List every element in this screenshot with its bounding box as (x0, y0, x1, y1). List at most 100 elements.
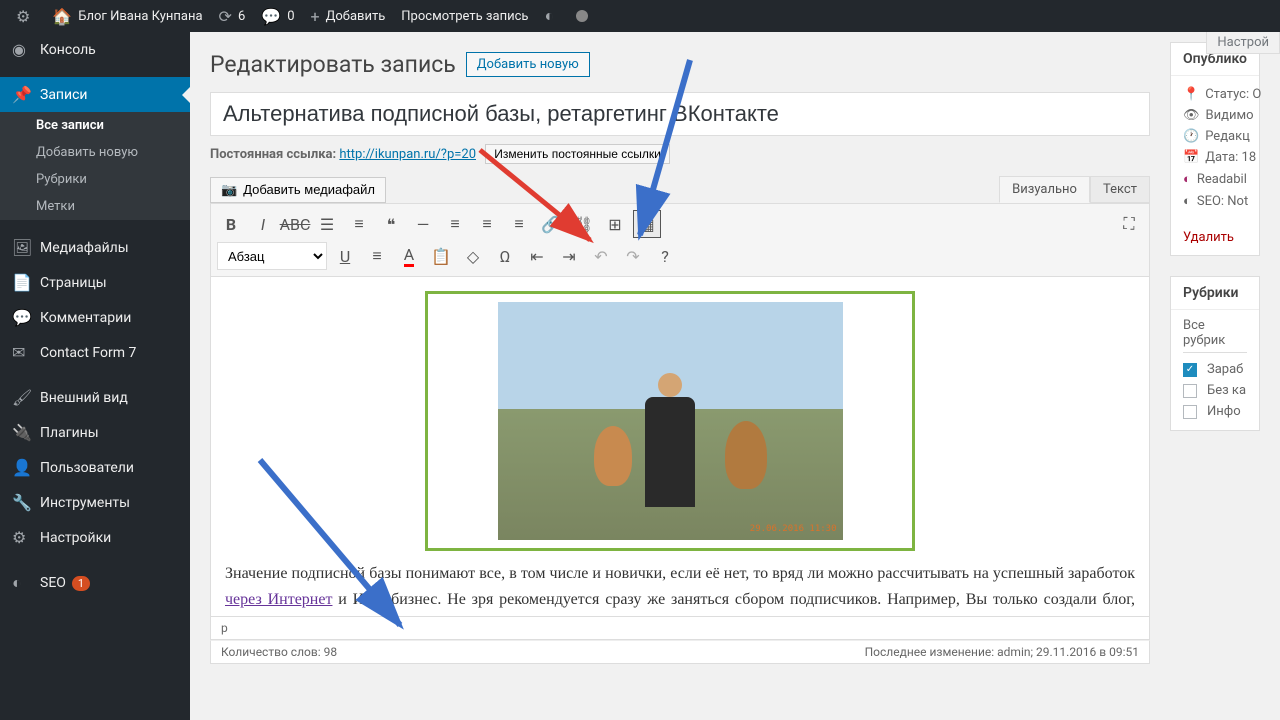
site-name-label: Блог Ивана Кунпана (78, 9, 202, 24)
paste-button[interactable]: 📋 (427, 242, 455, 270)
yoast-icon: ◐ (1183, 193, 1191, 209)
seo-label: SEO: Not (1197, 194, 1248, 209)
seo-status[interactable] (568, 0, 596, 32)
view-post-link[interactable]: Просмотреть запись (393, 0, 536, 32)
categories-box: Рубрики Все рубрик ✓ Зараб Без ка Инфо (1170, 276, 1260, 431)
posts-submenu: Все записи Добавить новую Рубрики Метки (0, 112, 190, 220)
new-content-link[interactable]: +Добавить (303, 0, 394, 32)
menu-settings[interactable]: ⚙Настройки (0, 520, 190, 555)
updates-count: 6 (238, 9, 245, 24)
submenu-tags[interactable]: Метки (0, 193, 190, 220)
calendar-icon: 📅 (1183, 150, 1199, 165)
menu-contact-form[interactable]: ✉ Contact Form 7 (0, 335, 190, 370)
add-new-button[interactable]: Добавить новую (466, 52, 590, 77)
strikethrough-button[interactable]: ABC (281, 210, 309, 238)
camera-icon: 📷 (221, 182, 237, 198)
underline-button[interactable]: U (331, 242, 359, 270)
plugin-icon: 🔌 (12, 423, 32, 442)
pin-icon: 📌 (12, 85, 32, 104)
comment-icon: 💬 (12, 308, 32, 327)
admin-bar: ⚙ 🏠Блог Ивана Кунпана ⟳6 💬0 +Добавить Пр… (0, 0, 1280, 32)
text-color-button[interactable]: A (395, 242, 423, 270)
editor-tabs: Визуально Текст (999, 176, 1150, 203)
delete-link[interactable]: Удалить (1171, 220, 1259, 255)
wp-logo[interactable]: ⚙ (8, 0, 44, 32)
add-media-label: Добавить медиафайл (243, 182, 375, 197)
menu-appearance[interactable]: 🖌Внешний вид (0, 380, 190, 415)
menu-label: Contact Form 7 (40, 345, 136, 361)
image-timestamp: 29.06.2016 11:30 (750, 522, 837, 536)
comments-link[interactable]: 💬0 (253, 0, 302, 32)
comments-count: 0 (287, 9, 294, 24)
yoast-link[interactable]: ◐ (536, 0, 568, 32)
page-title: Редактировать запись (210, 51, 456, 78)
menu-label: Медиафайлы (40, 240, 129, 256)
menu-pages[interactable]: 📄Страницы (0, 265, 190, 300)
tab-visual[interactable]: Визуально (999, 176, 1090, 203)
format-select[interactable]: Абзац (217, 242, 327, 270)
hr-button[interactable]: — (409, 210, 437, 238)
menu-media[interactable]: 🖼 Медиафайлы (0, 230, 190, 265)
menu-posts[interactable]: 📌 Записи (0, 77, 190, 112)
justify-button[interactable]: ≡ (363, 242, 391, 270)
annotation-arrow-blue-bottom (250, 450, 430, 640)
word-count: 98 (324, 645, 338, 659)
submenu-categories[interactable]: Рубрики (0, 166, 190, 193)
menu-seo[interactable]: ◐SEO1 (0, 565, 190, 601)
element-path: p (221, 621, 228, 635)
page-icon: 📄 (12, 273, 32, 292)
comment-icon: 💬 (261, 7, 281, 26)
menu-label: Комментарии (40, 310, 131, 326)
menu-label: Пользователи (40, 460, 134, 476)
menu-label: Плагины (40, 425, 99, 441)
submenu-all-posts[interactable]: Все записи (0, 112, 190, 139)
date-label: Дата: 18 (1205, 150, 1256, 165)
menu-dashboard[interactable]: ◉Консоль (0, 32, 190, 67)
selected-image-frame[interactable]: 29.06.2016 11:30 (425, 291, 915, 551)
tab-text[interactable]: Текст (1090, 176, 1150, 203)
category-label: Инфо (1207, 404, 1241, 419)
menu-label: SEO (40, 575, 66, 591)
fullscreen-button[interactable]: ⛶ (1115, 210, 1143, 238)
numbered-list-button[interactable]: ≡ (345, 210, 373, 238)
add-media-button[interactable]: 📷 Добавить медиафайл (210, 177, 386, 203)
content-image[interactable]: 29.06.2016 11:30 (498, 302, 843, 540)
category-label: Без ка (1207, 383, 1246, 398)
annotation-arrow-blue-top (620, 50, 710, 250)
checkbox[interactable]: ✓ (1183, 363, 1197, 377)
publish-box: Опублико 📍Статус: О 👁Видимо 🕐Редакц 📅Дат… (1170, 42, 1260, 256)
yoast-icon: ◐ (12, 573, 32, 593)
revisions-icon: 🕐 (1183, 129, 1199, 144)
categories-tab[interactable]: Все рубрик (1183, 318, 1247, 353)
blockquote-button[interactable]: ❝ (377, 210, 405, 238)
site-name-link[interactable]: 🏠 Блог Ивана Кунпана (44, 0, 210, 32)
checkbox[interactable] (1183, 405, 1197, 419)
menu-users[interactable]: 👤 Пользователи (0, 450, 190, 485)
yoast-icon: ◐ (1183, 171, 1191, 187)
bold-button[interactable]: B (217, 210, 245, 238)
envelope-icon: ✉ (12, 343, 32, 362)
category-label: Зараб (1207, 362, 1243, 377)
italic-button[interactable]: I (249, 210, 277, 238)
submenu-add-new[interactable]: Добавить новую (0, 139, 190, 166)
permalink-url[interactable]: http://ikunpan.ru/?p=20 (339, 147, 476, 162)
revisions-label: Редакц (1205, 129, 1250, 144)
categories-title: Рубрики (1171, 277, 1259, 310)
admin-sidebar: ◉Консоль 📌 Записи Все записи Добавить нов… (0, 32, 190, 720)
menu-label: Записи (40, 87, 88, 103)
menu-label: Внешний вид (40, 390, 128, 406)
media-icon: 🖼 (12, 238, 32, 257)
menu-plugins[interactable]: 🔌 Плагины (0, 415, 190, 450)
screen-options-tab[interactable]: Настрой (1206, 32, 1280, 54)
align-left-button[interactable]: ≡ (441, 210, 469, 238)
readability-label: Readabil (1197, 172, 1247, 187)
home-icon: 🏠 (52, 7, 72, 26)
update-icon: ⟳ (219, 7, 232, 26)
menu-comments[interactable]: 💬 Комментарии (0, 300, 190, 335)
menu-tools[interactable]: 🔧Инструменты (0, 485, 190, 520)
user-icon: 👤 (12, 458, 32, 477)
seo-dot-icon (576, 10, 588, 22)
updates-link[interactable]: ⟳6 (211, 0, 254, 32)
bullet-list-button[interactable]: ☰ (313, 210, 341, 238)
checkbox[interactable] (1183, 384, 1197, 398)
